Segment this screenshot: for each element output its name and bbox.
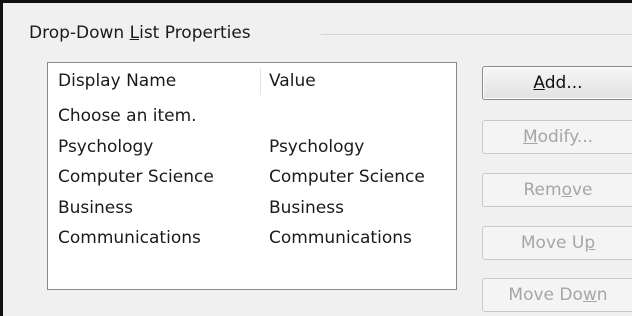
- button-mnemonic: p: [584, 233, 596, 253]
- column-header-value[interactable]: Value: [269, 63, 316, 99]
- dialog-panel: Drop-Down List Properties Display Name V…: [0, 0, 632, 316]
- display-name-cell: Choose an item.: [58, 106, 197, 126]
- move-up-button[interactable]: Move Up: [482, 226, 632, 260]
- group-title: Drop-Down List Properties: [29, 22, 251, 44]
- modify-button[interactable]: Modify...: [482, 120, 632, 154]
- button-label-part: dd...: [544, 73, 583, 93]
- list-item[interactable]: Computer Science Computer Science: [48, 162, 456, 193]
- display-name-cell: Communications: [58, 228, 201, 248]
- group-divider: [321, 34, 632, 35]
- button-label-part: Move U: [520, 233, 585, 253]
- value-cell: Computer Science: [269, 167, 425, 187]
- list-header: Display Name Value: [48, 63, 456, 99]
- list-item[interactable]: Psychology Psychology: [48, 132, 456, 163]
- add-button[interactable]: Add...: [482, 66, 632, 100]
- column-divider[interactable]: [260, 69, 261, 95]
- display-name-cell: Business: [58, 197, 133, 218]
- button-mnemonic: M: [522, 127, 538, 147]
- group-title-part: ist Properties: [139, 23, 251, 43]
- value-cell: Psychology: [269, 136, 365, 157]
- column-header-display-name[interactable]: Display Name: [58, 63, 176, 99]
- display-name-cell: Psychology: [58, 136, 154, 157]
- list-rows: Choose an item. Psychology Psychology Co…: [48, 101, 456, 254]
- list-item[interactable]: Business Business: [48, 193, 456, 224]
- remove-button[interactable]: Remove: [482, 173, 632, 207]
- value-cell: Communications: [269, 228, 412, 248]
- button-label-part: ve: [571, 180, 593, 200]
- button-mnemonic: o: [561, 180, 572, 200]
- list-item[interactable]: Communications Communications: [48, 223, 456, 254]
- button-label-part: Rem: [523, 180, 562, 200]
- button-label-part: n: [596, 285, 608, 305]
- button-mnemonic: A: [533, 73, 545, 93]
- button-mnemonic: w: [582, 285, 597, 305]
- button-label-part: Move Do: [508, 285, 583, 305]
- value-cell: Business: [269, 197, 344, 218]
- display-name-cell: Computer Science: [58, 167, 214, 187]
- group-title-part: Drop-Down: [29, 23, 130, 43]
- move-down-button[interactable]: Move Down: [482, 278, 632, 312]
- list-item[interactable]: Choose an item.: [48, 101, 456, 132]
- group-title-mnemonic: L: [129, 23, 140, 43]
- button-label-part: odify...: [537, 127, 594, 147]
- items-list[interactable]: Display Name Value Choose an item. Psych…: [47, 62, 457, 290]
